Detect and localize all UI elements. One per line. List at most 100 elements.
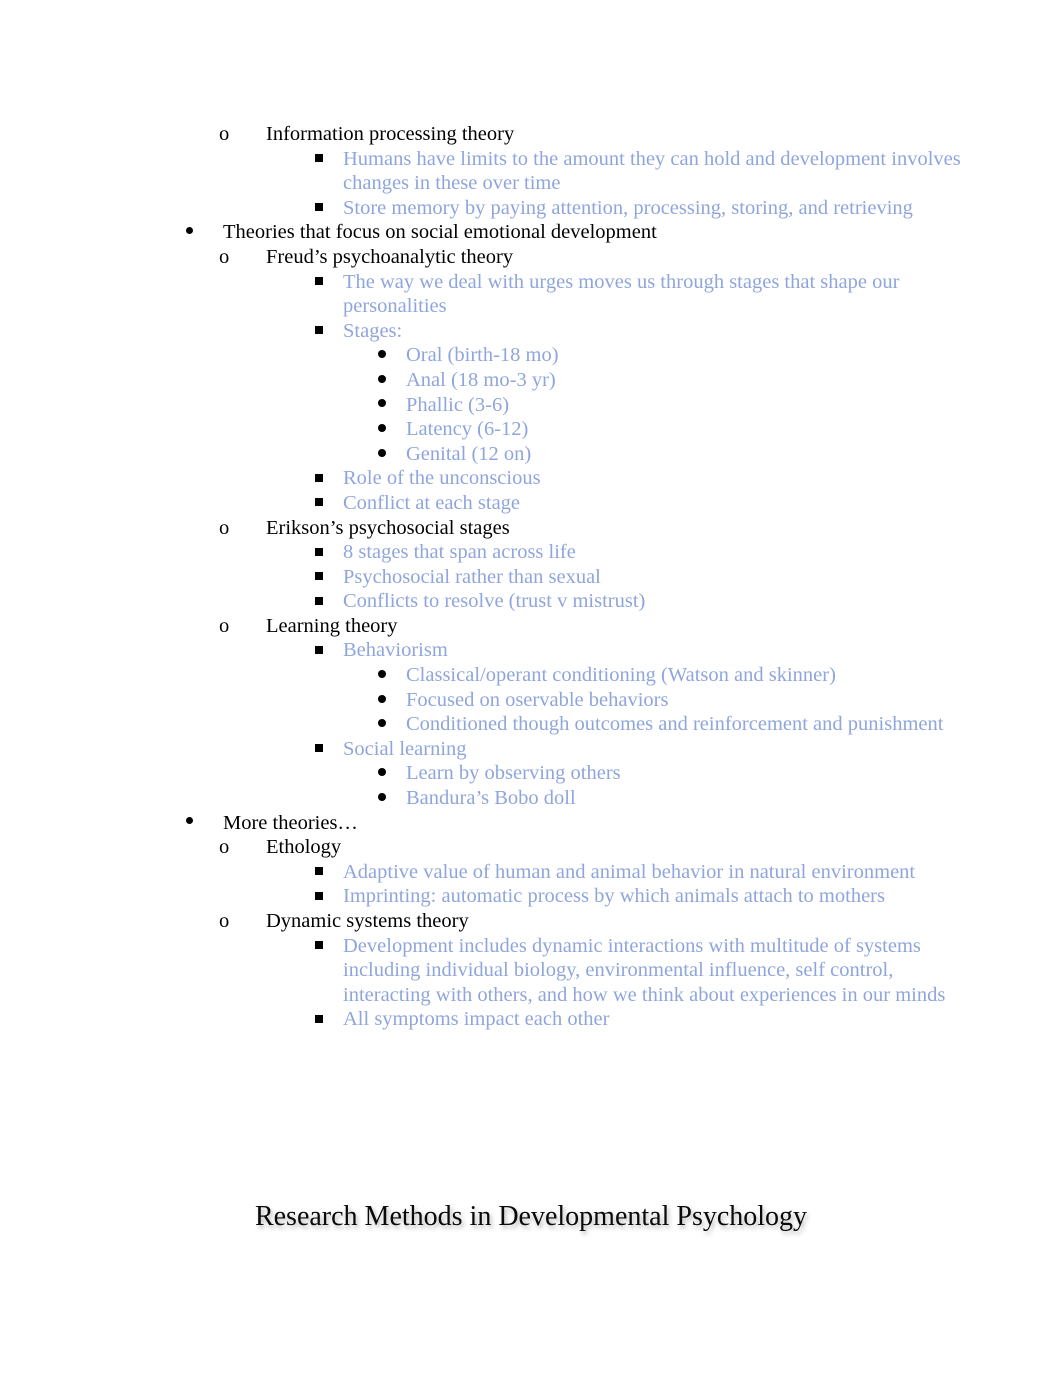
bullet-disc-icon (345, 663, 406, 688)
outline-item-l4: Classical/operant conditioning (Watson a… (0, 663, 1062, 688)
outline-item-text: Psychosocial rather than sexual (343, 565, 601, 588)
outline-item-text: Learn by observing others (406, 762, 621, 785)
outline-item-text: Oral (birth-18 mo) (406, 344, 559, 367)
bullet-square-icon (282, 270, 343, 295)
outline-item-text: Phallic (3-6) (406, 393, 510, 416)
outline-item-l4: Phallic (3-6) (0, 393, 1062, 418)
outline-item-l4: Latency (6-12) (0, 417, 1062, 442)
bullet-disc-icon (345, 761, 406, 786)
outline-item-l4: Anal (18 mo-3 yr) (0, 368, 1062, 393)
outline-item-l3: 8 stages that span across life (0, 540, 1062, 565)
outline-item-l3: Development includes dynamic interaction… (0, 934, 1062, 1008)
outline-item-l2: o Dynamic systems theory (0, 909, 1062, 934)
outline-item-text: Focused on oservable behaviors (406, 688, 669, 711)
outline-item-l3: Conflict at each stage (0, 491, 1062, 516)
outline-item-text: Social learning (343, 737, 467, 760)
bullet-disc-icon (345, 712, 406, 737)
outline-item-text: Erikson’s psychosocial stages (266, 516, 510, 539)
outline-item-text: Information processing theory (266, 123, 515, 145)
outline-item-l3: Behaviorism (0, 638, 1062, 663)
outline-item-text: Humans have limits to the amount they ca… (343, 147, 961, 195)
outline-item-l3: The way we deal with urges moves us thro… (0, 270, 1062, 319)
outline-item-l3: Conflicts to resolve (trust v mistrust) (0, 589, 1062, 614)
bullet-disc-icon (345, 786, 406, 811)
bullet-disc-icon (183, 811, 223, 836)
bullet-square-icon (282, 884, 343, 909)
outline-item-l3: All symptoms impact each other (0, 1007, 1062, 1032)
outline-item-l2: o Learning theory (0, 614, 1062, 639)
section-heading: Research Methods in Developmental Psycho… (254, 1201, 808, 1232)
bullet-letter-o-icon: o (219, 614, 230, 637)
bullet-square-icon (282, 540, 343, 565)
bullet-letter-o-icon: o (219, 836, 230, 859)
outline-item-l1: More theories… (0, 811, 1062, 836)
outline-item-l4: Focused on oservable behaviors (0, 688, 1062, 713)
bullet-square-icon (282, 737, 343, 762)
outline-item-text: Anal (18 mo-3 yr) (406, 368, 556, 391)
bullet-disc-icon (345, 368, 406, 393)
bullet-square-icon (282, 638, 343, 663)
outline-item-text: Learning theory (266, 614, 398, 637)
outline-item-text: 8 stages that span across life (343, 541, 576, 564)
bullet-square-icon (282, 466, 343, 491)
bullet-square-icon (282, 147, 343, 172)
outline-item-l1: Theories that focus on social emotional … (0, 220, 1062, 245)
outline-item-text: Development includes dynamic interaction… (343, 934, 946, 1006)
bullet-disc-icon (345, 343, 406, 368)
outline-item-text: Conflicts to resolve (trust v mistrust) (343, 590, 646, 613)
bullet-letter-o-icon: o (219, 245, 230, 268)
outline-item-l3: Stages: (0, 319, 1062, 344)
document-page: o Information processing theory Humans hav… (0, 0, 1062, 1376)
outline-item-text: Freud’s psychoanalytic theory (266, 245, 514, 268)
outline-item-l2: o Erikson’s psychosocial stages (0, 516, 1062, 541)
outline-item-l2: o Ethology (0, 835, 1062, 860)
bullet-disc-icon (345, 417, 406, 442)
bullet-disc-icon (183, 220, 223, 245)
outline-item-l4: Learn by observing others (0, 761, 1062, 786)
outline-item-l4: Genital (12 on) (0, 442, 1062, 467)
outline-item-text: Stages: (343, 319, 403, 342)
outline-item-text: Ethology (266, 836, 342, 859)
bullet-square-icon (282, 589, 343, 614)
outline-item-l3: Social learning (0, 737, 1062, 762)
outline-item-l3: Store memory by paying attention, proces… (0, 196, 1062, 221)
outline-item-l3: Psychosocial rather than sexual (0, 565, 1062, 590)
bullet-letter-o-icon: o (219, 123, 230, 145)
outline-item-l3: Humans have limits to the amount they ca… (0, 147, 1062, 196)
outline-item-text: Imprinting: automatic process by which a… (343, 885, 885, 908)
outline-item-text: Conflict at each stage (343, 491, 521, 514)
bullet-square-icon (282, 491, 343, 516)
outline-item-text: The way we deal with urges moves us thro… (343, 270, 900, 318)
bullet-square-icon (282, 860, 343, 885)
bullet-square-icon (282, 1007, 343, 1032)
outline-item-text: Dynamic systems theory (266, 910, 469, 932)
bullet-square-icon (282, 565, 343, 590)
outline-list: o Information processing theory Humans hav… (0, 122, 1062, 1032)
bullet-disc-icon (345, 688, 406, 713)
outline-item-text: Store memory by paying attention, proces… (343, 196, 913, 219)
outline-item-text: Classical/operant conditioning (Watson a… (406, 664, 836, 687)
outline-item-text: Role of the unconscious (343, 467, 541, 490)
bullet-square-icon (282, 319, 343, 344)
outline-item-l2: o Freud’s psychoanalytic theory (0, 245, 1062, 270)
outline-item-text: All symptoms impact each other (343, 1008, 610, 1031)
bullet-disc-icon (345, 393, 406, 418)
bullet-letter-o-icon: o (219, 910, 230, 932)
outline-item-text: Behaviorism (343, 639, 448, 662)
outline-item-text: More theories… (223, 811, 358, 834)
bullet-disc-icon (345, 442, 406, 467)
outline-item-l3: Imprinting: automatic process by which a… (0, 884, 1062, 909)
section-heading-container: Research Methods in Developmental Psycho… (0, 1200, 1062, 1234)
outline-item-l4: Oral (birth-18 mo) (0, 343, 1062, 368)
outline-item-text: Conditioned though outcomes and reinforc… (406, 713, 944, 736)
outline-item-text: Latency (6-12) (406, 418, 529, 441)
outline-item-text: Bandura’s Bobo doll (406, 787, 576, 810)
outline-item-text: Genital (12 on) (406, 442, 532, 465)
outline-item-text: Adaptive value of human and animal behav… (343, 860, 916, 883)
bullet-square-icon (282, 196, 343, 221)
outline-item-l3: Role of the unconscious (0, 466, 1062, 491)
outline-item-l2: o Information processing theory (0, 122, 1062, 147)
outline-item-l4: Bandura’s Bobo doll (0, 786, 1062, 811)
outline-item-text: Theories that focus on social emotional … (223, 221, 657, 244)
bullet-square-icon (282, 934, 343, 959)
